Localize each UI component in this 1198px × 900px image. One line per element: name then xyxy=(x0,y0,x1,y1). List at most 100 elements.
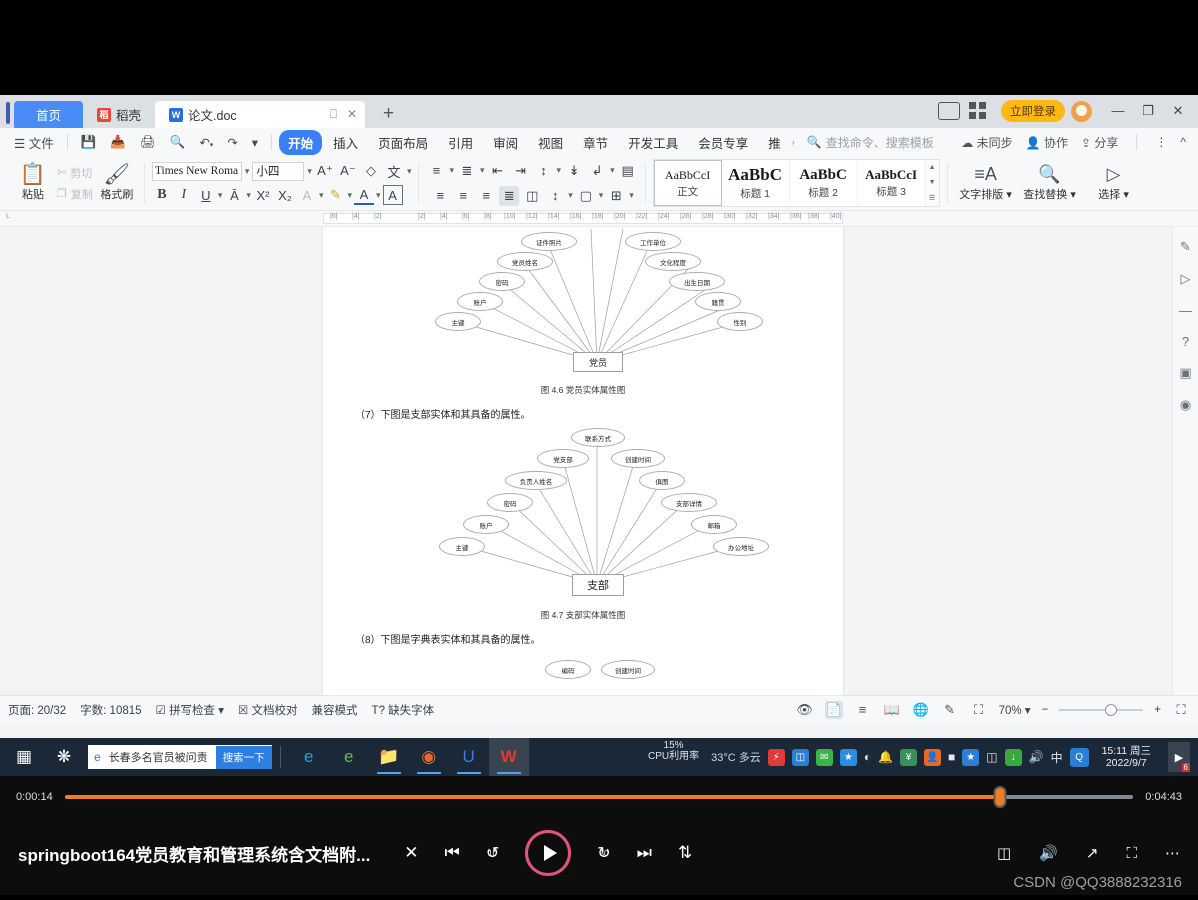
bold-button[interactable]: B xyxy=(152,185,172,205)
shading-dropdown-icon[interactable]: ▾ xyxy=(599,190,604,201)
windows-start-icon[interactable]: ▦ xyxy=(4,738,44,776)
borders-icon[interactable]: ⊞ xyxy=(606,186,626,206)
highlight-dropdown-icon[interactable]: ▾ xyxy=(347,190,352,201)
paste-button[interactable]: 📋 粘贴 xyxy=(13,164,53,202)
font-name-dropdown-icon[interactable]: ▾ xyxy=(245,166,250,177)
line-break-icon[interactable]: ↲ xyxy=(587,161,607,181)
select-button[interactable]: ▷ 选择 ▾ xyxy=(1083,164,1145,202)
save-icon[interactable]: 💾 xyxy=(75,133,103,152)
character-border-dropdown-icon[interactable]: ▾ xyxy=(319,190,324,201)
zoom-level[interactable]: 70% ▾ xyxy=(999,703,1031,717)
borders-dropdown-icon[interactable]: ▾ xyxy=(629,190,634,201)
zoom-out-button[interactable]: − xyxy=(1042,704,1049,716)
pinyin-dropdown-icon[interactable]: ▾ xyxy=(407,166,412,177)
video-seek-handle[interactable] xyxy=(993,786,1007,808)
security-icon[interactable]: ★ xyxy=(839,748,857,766)
ribbon-tab-page-layout[interactable]: 页面布局 xyxy=(369,130,437,155)
pen-icon[interactable]: ✎ xyxy=(1180,239,1191,255)
weather-indicator[interactable]: 33°C 多云 xyxy=(711,749,761,765)
360-browser-icon[interactable]: e xyxy=(329,738,369,776)
taskbar-search[interactable]: e 长春多名官员被问责 搜索一下 xyxy=(88,745,272,769)
disk-icon[interactable]: ◫ xyxy=(986,750,997,764)
increase-indent-icon[interactable]: ⇥ xyxy=(511,161,531,181)
underline-dropdown-icon[interactable]: ▾ xyxy=(218,190,223,201)
font-name-input[interactable]: Times New Roma xyxy=(151,161,242,181)
numbered-dropdown-icon[interactable]: ▾ xyxy=(480,165,485,176)
style-scroll-up-icon[interactable]: ▲ xyxy=(929,164,936,171)
wechat-icon[interactable]: ✉ xyxy=(815,748,833,766)
location-icon[interactable]: ◉ xyxy=(1180,397,1191,413)
next-icon[interactable]: ⏭ xyxy=(637,843,652,863)
text-box-icon[interactable]: A xyxy=(382,185,403,205)
eye-icon[interactable]: 👁 xyxy=(796,701,814,719)
close-tab-icon[interactable]: ✕ xyxy=(347,107,357,122)
expand-icon[interactable]: ↗ xyxy=(1086,844,1099,862)
word-count[interactable]: 字数: 10815 xyxy=(80,702,141,718)
money-icon[interactable]: ¥ xyxy=(900,748,918,766)
zoom-in-button[interactable]: + xyxy=(1154,704,1161,716)
find-replace-button[interactable]: 🔍 查找替换 ▾ xyxy=(1019,164,1081,202)
rewind-10-icon[interactable]: ↺ 10 xyxy=(486,843,499,863)
sort-dropdown-icon[interactable]: ▾ xyxy=(557,165,562,176)
screen-toggle-icon[interactable] xyxy=(938,102,960,120)
align-center-icon[interactable]: ≡ xyxy=(453,186,473,206)
style-heading2[interactable]: AaBbC 标题 2 xyxy=(790,160,858,206)
bell-icon[interactable]: 🔔 xyxy=(878,750,893,764)
style-normal[interactable]: AaBbCcI 正文 xyxy=(653,160,722,206)
style-heading3[interactable]: AaBbCcI 标题 3 xyxy=(858,160,926,206)
sogou-icon[interactable]: ❋ xyxy=(44,738,84,776)
save-as-icon[interactable]: 📥 xyxy=(104,133,132,152)
bullet-list-icon[interactable]: ≡ xyxy=(426,161,446,181)
divider-icon[interactable]: — xyxy=(1179,303,1192,318)
horizontal-ruler[interactable]: L |6| |4| |2| |2| |4| |6| |8| |10| |12| … xyxy=(0,211,1198,227)
volume-icon[interactable]: 🔊 xyxy=(1039,844,1058,862)
ribbon-tab-view[interactable]: 视图 xyxy=(529,130,572,155)
fullscreen-icon[interactable]: ⛶ xyxy=(1172,701,1190,719)
justify-icon[interactable]: ≣ xyxy=(499,185,520,206)
customize-icon[interactable]: ▾ xyxy=(246,133,264,152)
pinyin-icon[interactable]: 文 xyxy=(384,161,404,181)
notifications-button[interactable]: ▶ 6 xyxy=(1168,742,1190,772)
font-color-icon[interactable]: A xyxy=(354,185,374,205)
style-expand-icon[interactable]: ☰ xyxy=(929,194,935,202)
wps-icon[interactable]: W xyxy=(488,738,529,776)
battery-icon[interactable]: ■ xyxy=(948,750,955,764)
print-preview-icon[interactable]: 🔍 xyxy=(164,133,192,152)
subscript-icon[interactable]: X₂ xyxy=(275,185,295,205)
character-border-icon[interactable]: A xyxy=(297,185,317,205)
present-icon[interactable]: ⎕ xyxy=(330,107,337,122)
qq-icon[interactable]: 👤 xyxy=(924,748,942,766)
undo-icon[interactable]: ↶▾ xyxy=(193,133,219,152)
command-search[interactable]: 🔍 查找命令、搜索模板 xyxy=(807,134,934,151)
collaborate-button[interactable]: 👤 协作 xyxy=(1026,134,1068,151)
reading-view-icon[interactable]: 📖 xyxy=(883,701,901,719)
grid-icon[interactable]: ▤ xyxy=(618,161,638,181)
ribbon-tab-member[interactable]: 会员专享 xyxy=(689,130,757,155)
ribbon-tab-developer[interactable]: 开发工具 xyxy=(619,130,687,155)
copy-button[interactable]: ❐ 复制 xyxy=(57,186,93,202)
file-menu-button[interactable]: ☰ 文件 xyxy=(8,131,60,154)
play-button[interactable] xyxy=(525,830,572,876)
download-icon[interactable]: ↓ xyxy=(1004,748,1022,766)
font-size-input[interactable]: 小四 xyxy=(252,161,305,181)
paragraph-mark-icon[interactable]: ↡ xyxy=(564,161,584,181)
tab-document[interactable]: W 论文.doc ⎕ ✕ xyxy=(155,101,366,128)
pip-icon[interactable]: ⛶ xyxy=(1126,845,1137,862)
ribbon-tab-review[interactable]: 审阅 xyxy=(484,130,527,155)
format-painter-button[interactable]: 🖌 格式刷 xyxy=(97,164,137,202)
ribbon-tab-overflow-icon[interactable]: › xyxy=(792,137,795,147)
more-icon[interactable]: ⋯ xyxy=(1165,844,1180,862)
sync-status[interactable]: ☁ 未同步 xyxy=(961,134,1012,151)
taskbar-search-query[interactable]: 长春多名官员被问责 xyxy=(101,749,216,765)
edit-icon[interactable]: ✎ xyxy=(941,701,959,719)
align-left-icon[interactable]: ≡ xyxy=(430,186,450,206)
italic-button[interactable]: I xyxy=(174,185,194,205)
share-button[interactable]: ⇪ 分享 xyxy=(1081,134,1118,151)
previous-icon[interactable]: ⏮ xyxy=(445,843,460,863)
grid-toggle-icon[interactable] xyxy=(969,102,987,120)
web-view-icon[interactable]: 🌐 xyxy=(912,701,930,719)
maximize-button[interactable]: ❐ xyxy=(1134,99,1162,123)
bullet-dropdown-icon[interactable]: ▾ xyxy=(449,165,454,176)
tab-daoke[interactable]: 稻 稻壳 xyxy=(83,101,156,128)
zoom-slider-knob[interactable] xyxy=(1105,703,1118,716)
